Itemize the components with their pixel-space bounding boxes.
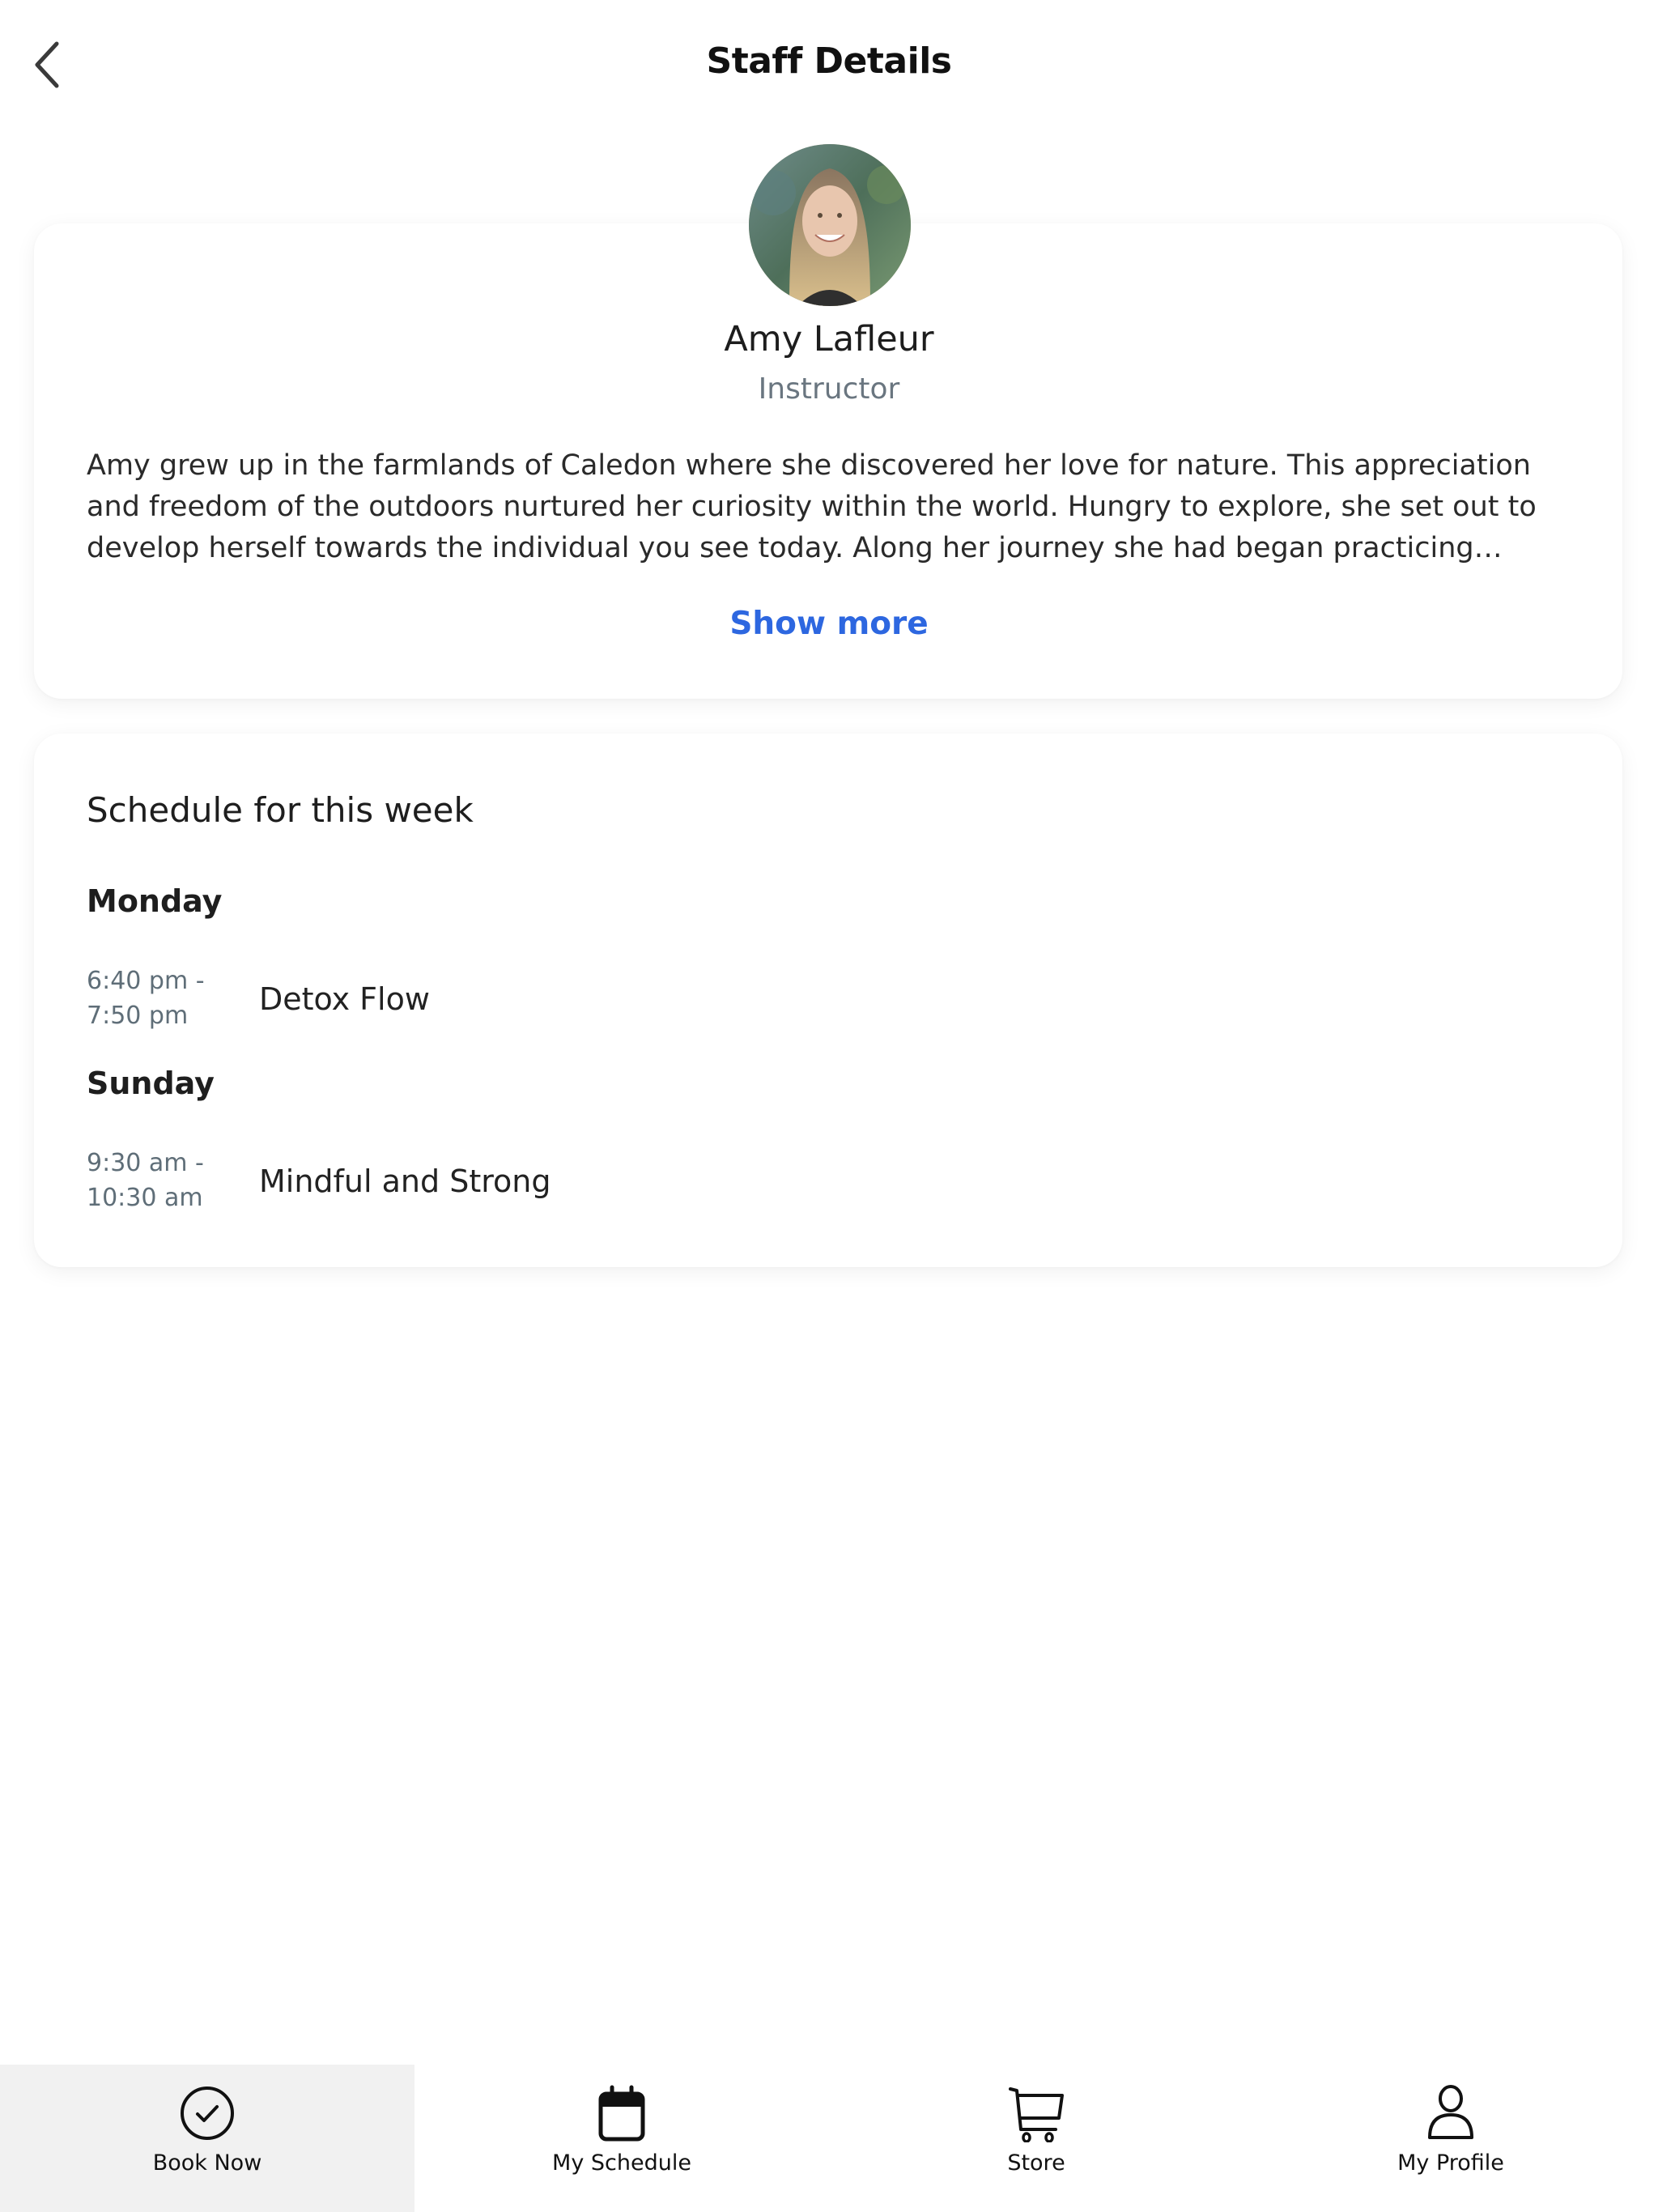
staff-name: Amy Lafleur xyxy=(724,319,934,359)
staff-photo xyxy=(749,144,911,306)
check-circle-icon xyxy=(175,2084,240,2142)
class-name-link[interactable]: Mindful and Strong xyxy=(259,1163,551,1199)
schedule-card: Schedule for this week Monday 6:40 pm - … xyxy=(34,734,1622,1267)
nav-my-profile[interactable]: My Profile xyxy=(1244,2065,1658,2212)
staff-role: Instructor xyxy=(758,372,900,406)
cart-icon xyxy=(1004,2084,1069,2142)
staff-bio: Amy grew up in the farmlands of Caledon … xyxy=(87,449,1537,564)
day-label-monday: Monday xyxy=(87,883,223,919)
nav-book-now[interactable]: Book Now xyxy=(0,2065,414,2212)
user-icon xyxy=(1418,2084,1483,2142)
nav-label: My Schedule xyxy=(552,2150,691,2176)
nav-store[interactable]: Store xyxy=(829,2065,1244,2212)
day-label-sunday: Sunday xyxy=(87,1066,215,1101)
class-start-time: 6:40 pm - xyxy=(87,967,205,995)
class-name-link[interactable]: Detox Flow xyxy=(259,981,430,1017)
nav-my-schedule[interactable]: My Schedule xyxy=(414,2065,829,2212)
nav-label: Store xyxy=(1007,2150,1065,2176)
nav-label: Book Now xyxy=(152,2150,262,2176)
calendar-icon xyxy=(589,2084,654,2142)
class-start-time: 9:30 am - xyxy=(87,1149,204,1177)
class-time: 6:40 pm - 7:50 pm xyxy=(87,963,232,1033)
header: Staff Details xyxy=(0,0,1658,133)
class-end-time: 10:30 am xyxy=(87,1184,203,1212)
nav-label: My Profile xyxy=(1397,2150,1504,2176)
class-end-time: 7:50 pm xyxy=(87,1002,189,1030)
page-title: Staff Details xyxy=(706,40,952,82)
avatar xyxy=(749,144,911,306)
schedule-title: Schedule for this week xyxy=(87,790,474,830)
show-more-link[interactable]: Show more xyxy=(0,606,1658,642)
bottom-nav: Book Now My Schedule Store My Profile xyxy=(0,2065,1658,2212)
class-time: 9:30 am - 10:30 am xyxy=(87,1146,232,1215)
